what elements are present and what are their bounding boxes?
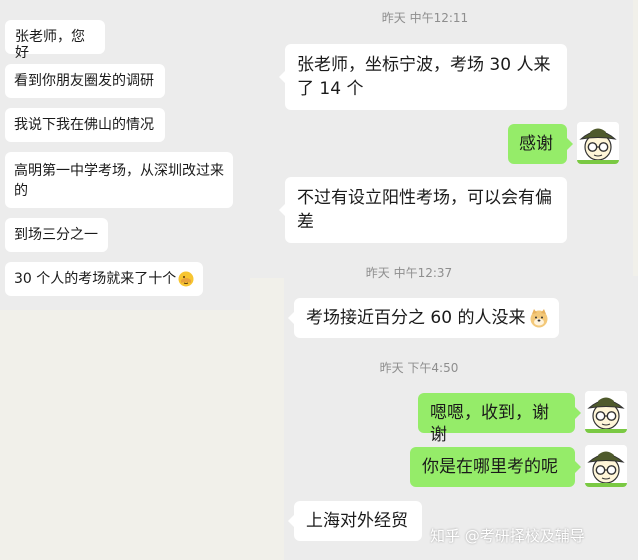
doge-emoji-icon (529, 308, 549, 328)
message-text: 感谢 (519, 134, 553, 154)
cartoon-man-hat-glasses-icon (577, 122, 619, 164)
avatar[interactable] (585, 391, 627, 433)
message-bubble: 张老师，坐标宁波，考场 30 人来了 14 个 (279, 44, 567, 110)
message-bubble-outgoing: 感谢 (508, 124, 573, 164)
message-bubble: 高明第一中学考场，从深圳改过来的 (5, 152, 233, 208)
message-text: 上海对外经贸 (306, 511, 408, 531)
timestamp: 昨天 中午12:37 (284, 264, 534, 281)
message-bubble-outgoing: 你是在哪里考的呢 (410, 447, 581, 487)
message-text: 张老师，坐标宁波，考场 30 人来了 14 个 (297, 55, 551, 99)
timestamp: 昨天 下午4:50 (379, 361, 459, 375)
message-text: 你是在哪里考的呢 (422, 457, 558, 477)
message-text: 到场三分之一 (14, 227, 98, 243)
message-bubble: 到场三分之一 (5, 218, 108, 252)
right-chat-panel-1: 昨天 中午12:11 张老师，坐标宁波，考场 30 人来了 14 个 感谢 不过… (240, 0, 633, 278)
cartoon-man-hat-glasses-icon (585, 391, 627, 433)
left-chat-panel: 张老师，您好 看到你朋友圈发的调研 我说下我在佛山的情况 高明第一中学考场，从深… (0, 0, 250, 310)
message-bubble: 张老师，您好 (5, 20, 105, 61)
message-text: 30 个人的考场就来了十个 (14, 271, 177, 287)
facepalm-emoji-icon (178, 271, 194, 287)
message-bubble-outgoing: 嗯嗯，收到，谢谢 (418, 393, 581, 445)
message-bubble: 看到你朋友圈发的调研 (5, 64, 165, 98)
message-bubble: 上海对外经贸 (288, 501, 422, 541)
message-bubble: 考场接近百分之 60 的人没来 (288, 298, 559, 338)
message-text: 考场接近百分之 60 的人没来 (306, 308, 526, 328)
message-text: 我说下我在佛山的情况 (14, 117, 154, 133)
avatar[interactable] (585, 445, 627, 487)
message-bubble: 30 个人的考场就来了十个 (5, 262, 203, 296)
message-text: 高明第一中学考场，从深圳改过来的 (14, 163, 224, 199)
message-bubble: 不过有设立阳性考场，可以会有偏差 (279, 177, 567, 243)
message-text: 看到你朋友圈发的调研 (14, 73, 154, 89)
watermark: 知乎 @考研择校及辅导 (430, 527, 585, 545)
cartoon-man-hat-glasses-icon (585, 445, 627, 487)
timestamp: 昨天 中午12:11 (381, 11, 469, 25)
right-chat-panel-2: 昨天 中午12:37 考场接近百分之 60 的人没来 昨天 下午4:50 嗯嗯，… (284, 264, 638, 560)
message-text: 不过有设立阳性考场，可以会有偏差 (297, 188, 552, 232)
message-bubble: 我说下我在佛山的情况 (5, 108, 165, 142)
avatar[interactable] (577, 122, 619, 164)
message-text: 张老师，您好 (15, 29, 85, 61)
message-text: 嗯嗯，收到，谢谢 (430, 403, 549, 445)
